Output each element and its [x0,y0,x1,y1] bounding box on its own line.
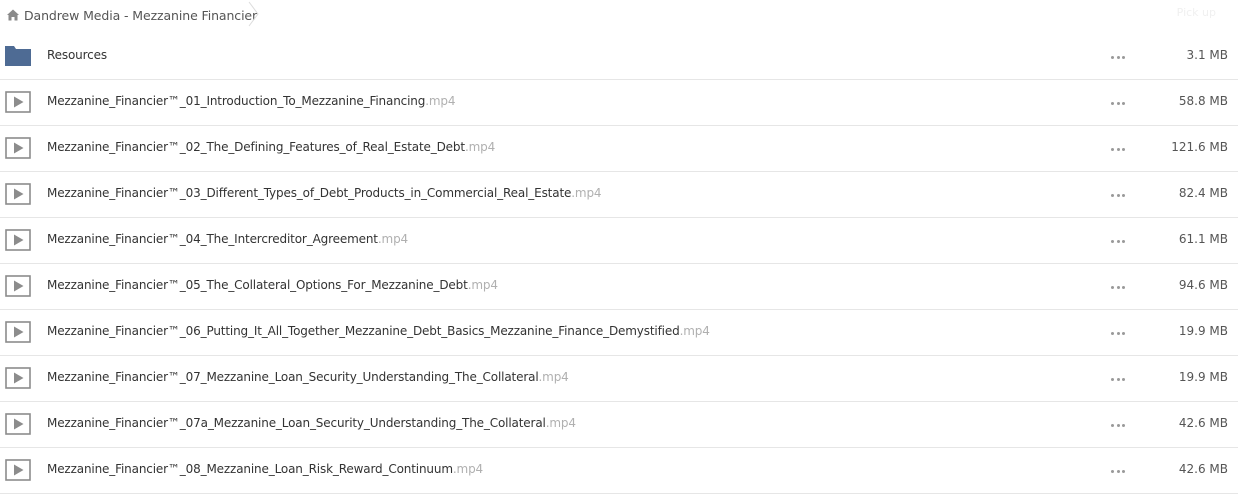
breadcrumb-path[interactable]: Dandrew Media - Mezzanine Financier [24,8,257,23]
file-size: 19.9 MB [1178,324,1228,338]
file-name[interactable]: Mezzanine_Financier™_04_The_Intercredito… [47,232,408,246]
file-basename[interactable]: Mezzanine_Financier™_07a_Mezzanine_Loan_… [47,416,546,430]
file-row[interactable]: Mezzanine_Financier™_05_The_Collateral_O… [0,264,1238,310]
more-options-icon[interactable] [1111,238,1125,244]
more-options-icon[interactable] [1111,422,1125,428]
file-size: 94.6 MB [1178,278,1228,292]
file-extension: .mp4 [679,324,710,338]
more-options-icon[interactable] [1111,468,1125,474]
folder-icon[interactable] [5,44,31,68]
play-icon[interactable] [5,366,31,390]
file-name[interactable]: Mezzanine_Financier™_03_Different_Types_… [47,186,602,200]
file-name[interactable]: Resources [47,48,107,62]
more-options-icon[interactable] [1111,330,1125,336]
file-basename[interactable]: Mezzanine_Financier™_06_Putting_It_All_T… [47,324,680,338]
more-options-icon[interactable] [1111,54,1125,60]
file-extension: .mp4 [467,278,498,292]
file-extension: .mp4 [464,140,496,154]
file-name[interactable]: Mezzanine_Financier™_02_The_Defining_Fea… [47,140,495,154]
top-bar: Dandrew Media - Mezzanine Financier Pick… [0,0,1238,30]
file-extension: .mp4 [538,370,569,384]
file-basename[interactable]: Mezzanine_Financier™_08_Mezzanine_Loan_R… [47,462,453,476]
file-extension: .mp4 [377,232,409,246]
file-name[interactable]: Mezzanine_Financier™_08_Mezzanine_Loan_R… [47,462,483,476]
file-size: 19.9 MB [1178,370,1228,384]
file-basename[interactable]: Mezzanine_Financier™_02_The_Defining_Fea… [47,140,465,154]
file-name[interactable]: Mezzanine_Financier™_07_Mezzanine_Loan_S… [47,370,569,384]
file-extension: .mp4 [571,186,602,200]
file-extension: .mp4 [452,462,484,476]
play-icon[interactable] [5,274,31,298]
file-size: 82.4 MB [1178,186,1228,200]
file-size: 42.6 MB [1178,462,1228,476]
file-row[interactable]: Mezzanine_Financier™_07_Mezzanine_Loan_S… [0,356,1238,402]
file-row[interactable]: Mezzanine_Financier™_06_Putting_It_All_T… [0,310,1238,356]
file-size: 58.8 MB [1178,94,1228,108]
file-basename[interactable]: Mezzanine_Financier™_03_Different_Types_… [47,186,571,200]
file-row[interactable]: Mezzanine_Financier™_02_The_Defining_Fea… [0,126,1238,172]
file-name[interactable]: Mezzanine_Financier™_05_The_Collateral_O… [47,278,498,292]
file-basename[interactable]: Mezzanine_Financier™_05_The_Collateral_O… [47,278,468,292]
file-row[interactable]: Mezzanine_Financier™_08_Mezzanine_Loan_R… [0,448,1238,494]
file-size: 42.6 MB [1178,416,1228,430]
play-icon[interactable] [5,182,31,206]
file-extension: .mp4 [545,416,576,430]
file-size: 3.1 MB [1186,48,1228,62]
more-options-icon[interactable] [1111,284,1125,290]
file-basename[interactable]: Mezzanine_Financier™_01_Introduction_To_… [47,94,425,108]
file-list: Resources 3.1 MB Mezzanine_Financier™_01_I… [0,34,1238,494]
file-basename[interactable]: Resources [47,48,107,62]
more-options-icon[interactable] [1111,100,1125,106]
file-basename[interactable]: Mezzanine_Financier™_04_The_Intercredito… [47,232,378,246]
file-row[interactable]: Mezzanine_Financier™_03_Different_Types_… [0,172,1238,218]
play-icon[interactable] [5,458,31,482]
file-size: 61.1 MB [1178,232,1228,246]
more-options-icon[interactable] [1111,192,1125,198]
play-icon[interactable] [5,136,31,160]
home-icon[interactable] [6,8,20,22]
file-basename[interactable]: Mezzanine_Financier™_07_Mezzanine_Loan_S… [47,370,539,384]
more-options-icon[interactable] [1111,376,1125,382]
file-size: 121.6 MB [1171,140,1228,154]
file-row[interactable]: Mezzanine_Financier™_01_Introduction_To_… [0,80,1238,126]
play-icon[interactable] [5,320,31,344]
topbar-right-label[interactable]: Pick up [1177,6,1216,19]
file-name[interactable]: Mezzanine_Financier™_06_Putting_It_All_T… [47,324,710,338]
play-icon[interactable] [5,412,31,436]
folder-row[interactable]: Resources 3.1 MB [0,34,1238,80]
play-icon[interactable] [5,228,31,252]
file-row[interactable]: Mezzanine_Financier™_04_The_Intercredito… [0,218,1238,264]
more-options-icon[interactable] [1111,146,1125,152]
file-name[interactable]: Mezzanine_Financier™_01_Introduction_To_… [47,94,456,108]
file-row[interactable]: Mezzanine_Financier™_07a_Mezzanine_Loan_… [0,402,1238,448]
breadcrumb-chevron-icon [248,1,259,27]
play-icon[interactable] [5,90,31,114]
file-extension: .mp4 [425,94,456,108]
file-name[interactable]: Mezzanine_Financier™_07a_Mezzanine_Loan_… [47,416,576,430]
breadcrumb[interactable]: Dandrew Media - Mezzanine Financier [6,6,257,24]
